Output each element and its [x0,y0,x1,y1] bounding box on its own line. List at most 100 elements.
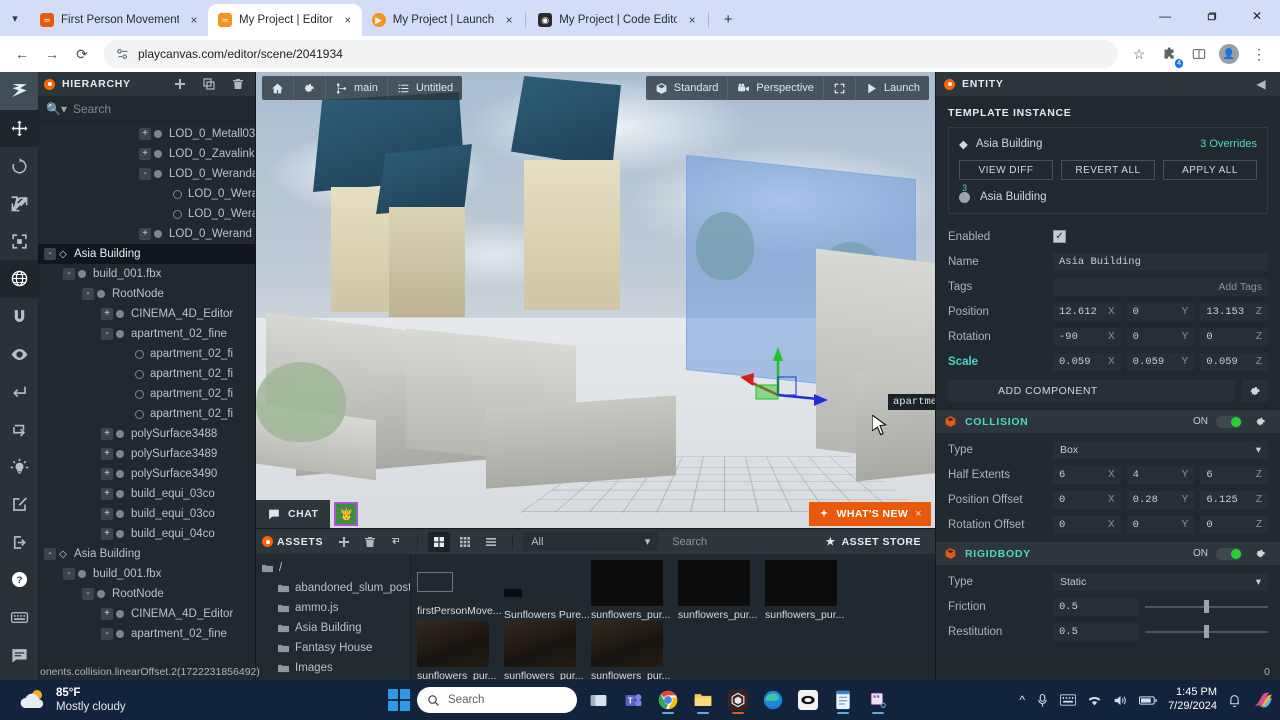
restitution-slider[interactable] [1145,623,1268,641]
hierarchy-search-input[interactable] [72,101,247,116]
hierarchy-node[interactable]: + build_equi_04co [38,524,255,544]
hierarchy-node[interactable]: - ◇ Asia Building [38,244,255,264]
grid-small-view-icon[interactable] [454,532,476,552]
forward-icon[interactable]: → [38,40,66,68]
name-input[interactable]: Asia Building [1053,252,1268,271]
add-asset-icon[interactable] [333,532,355,552]
asset-filter-select[interactable]: All ▾ [523,532,659,551]
collapse-icon[interactable]: - [63,568,75,580]
add-entity-icon[interactable] [169,74,191,94]
upload-asset-icon[interactable] [385,532,407,552]
collapse-inspector-icon[interactable]: ◀ [1250,74,1272,94]
taskbar-search[interactable]: Search [417,687,577,713]
asset-folder-item[interactable]: Asia Building [256,618,410,638]
asset-folder-item[interactable]: abandoned_slum_post [256,578,410,598]
maximize-button[interactable] [1188,0,1234,32]
transform-gizmo[interactable] [736,337,836,427]
rigidbody-component-header[interactable]: RIGIDBODY ON [936,542,1280,565]
back-icon[interactable]: ← [8,40,36,68]
translate-tool-icon[interactable] [0,109,38,148]
position-offset-y-input[interactable]: 0.28 Y [1126,490,1195,509]
whats-new-banner[interactable]: WHAT'S NEW × [808,502,931,526]
list-view-icon[interactable] [480,532,502,552]
login-tool-icon[interactable] [0,524,38,562]
enabled-checkbox[interactable]: ✓ [1053,230,1066,243]
fullscreen-button[interactable] [824,76,856,100]
position-z-input[interactable]: 13.153 Z [1200,302,1269,321]
hierarchy-node[interactable]: + CINEMA_4D_Editor [38,604,255,624]
rigidbody-settings-icon[interactable] [1250,544,1272,564]
render-mode-button[interactable]: Standard [646,76,729,100]
view-diff-button[interactable]: VIEW DIFF [959,160,1053,180]
asset-grid[interactable]: firstPersonMove... Sunflowers Pure... sunf… [411,554,935,680]
asset-item[interactable]: sunflowers_pur... [504,621,591,680]
collapse-icon[interactable]: - [63,268,75,280]
site-settings-icon[interactable] [116,47,130,61]
scale-y-input[interactable]: 0.059 Y [1126,352,1195,371]
collision-component-header[interactable]: COLLISION ON [936,410,1280,433]
tab-close-icon[interactable]: × [340,12,356,28]
hierarchy-node[interactable]: - apartment_02_fine [38,624,255,644]
delete-asset-icon[interactable] [359,532,381,552]
close-button[interactable]: ✕ [1234,0,1280,32]
collapse-icon[interactable]: - [44,248,56,260]
duplicate-entity-icon[interactable] [198,74,220,94]
slider-knob[interactable] [1204,625,1210,638]
unity-icon[interactable] [724,685,752,715]
scale-tool-icon[interactable] [0,185,38,223]
keyboard-icon[interactable] [1060,694,1077,706]
position-y-input[interactable]: 0Y [1126,302,1195,321]
camera-mode-button[interactable]: Perspective [728,76,824,100]
task-view-icon[interactable] [584,685,612,715]
scale-x-input[interactable]: 0.059 X [1053,352,1121,371]
scene-settings-button[interactable] [294,76,326,100]
hierarchy-node[interactable]: + LOD_0_Metall03 [38,124,255,144]
expand-icon[interactable]: + [101,608,113,620]
half-extents-y-input[interactable]: 4Y [1126,465,1195,484]
position-offset-z-input[interactable]: 6.125 Z [1200,490,1269,509]
collision-type-select[interactable]: Box ▾ [1053,440,1268,459]
rigidbody-toggle[interactable] [1216,547,1242,560]
hierarchy-node[interactable]: - build_001.fbx [38,564,255,584]
copilot-icon[interactable] [1252,691,1272,709]
playcanvas-logo-icon[interactable] [0,72,38,110]
collapse-icon[interactable]: - [82,288,94,300]
collapse-icon[interactable]: - [82,588,94,600]
teams-icon[interactable]: T [619,685,647,715]
world-space-tool-icon[interactable] [0,260,38,298]
hierarchy-node[interactable]: - RootNode [38,284,255,304]
hierarchy-node[interactable]: apartment_02_fi [38,344,255,364]
add-tags-button[interactable]: Add Tags [1053,277,1268,296]
microphone-icon[interactable] [1036,693,1049,708]
lighting-tool-icon[interactable] [0,448,38,486]
template-name[interactable]: ◆ Asia Building [959,137,1042,151]
asset-folder-item[interactable]: / [256,558,410,578]
asset-item[interactable]: firstPersonMove... [417,560,504,621]
collapse-icon[interactable]: - [101,328,113,340]
collapse-icon[interactable]: - [44,548,56,560]
asset-store-button[interactable]: ★ ASSET STORE [818,536,929,548]
profile-avatar[interactable]: 👤 [1216,41,1242,67]
hierarchy-node[interactable]: apartment_02_fi [38,404,255,424]
file-explorer-icon[interactable] [689,685,717,715]
collision-toggle[interactable] [1216,415,1242,428]
whats-new-close-icon[interactable]: × [915,508,922,520]
component-settings-icon[interactable] [1242,380,1268,402]
expand-icon[interactable]: + [139,128,151,140]
browser-tab-0[interactable]: ≃ First Person Movement | PlayCa × [30,4,208,36]
hierarchy-node[interactable]: apartment_02_fi [38,384,255,404]
expand-icon[interactable]: + [139,228,151,240]
import-tool-icon[interactable] [0,373,38,411]
expand-icon[interactable]: + [139,148,151,160]
help-tool-icon[interactable]: ? [0,561,38,599]
rotation-x-input[interactable]: -90 X [1053,327,1121,346]
start-button-icon[interactable] [388,689,410,711]
position-offset-x-input[interactable]: 0X [1053,490,1121,509]
volume-icon[interactable] [1113,694,1128,707]
battery-icon[interactable] [1139,695,1157,706]
tab-close-icon[interactable]: × [186,12,202,28]
hierarchy-node[interactable]: + CINEMA_4D_Editor [38,304,255,324]
hierarchy-tree[interactable]: + LOD_0_Metall03 + LOD_0_Zavalink - LOD_0_Wer… [38,122,255,680]
hierarchy-node[interactable]: + polySurface3488 [38,424,255,444]
rotate-tool-icon[interactable] [0,147,38,185]
